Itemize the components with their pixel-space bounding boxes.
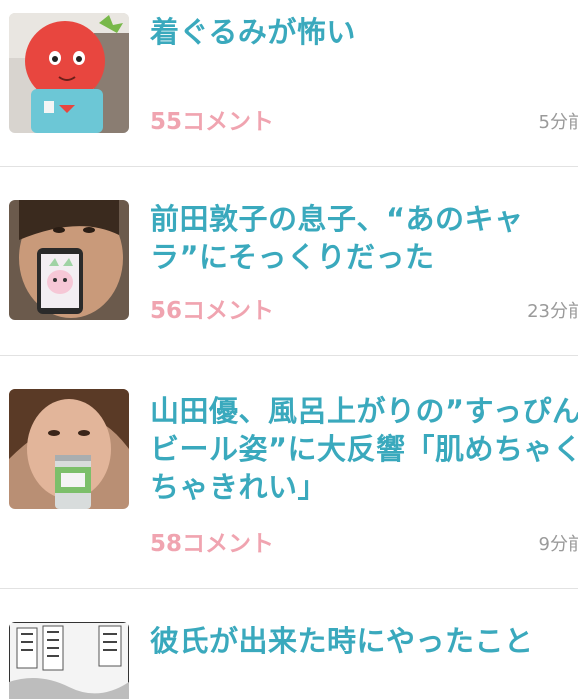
title-line: 山田優、風呂上がりの”すっぴん xyxy=(150,394,578,428)
article-thumbnail[interactable] xyxy=(9,200,129,320)
title-line: 彼氏が出来た時にやったこと xyxy=(150,624,534,658)
article-title[interactable]: 彼氏が出来た時にやったこと xyxy=(150,622,578,660)
manga-panel-image xyxy=(9,622,129,699)
mascot-costume-image xyxy=(9,13,129,133)
person-drinking-beer-image xyxy=(9,389,129,509)
list-item[interactable]: 山田優、風呂上がりの”すっぴん ビール姿”に大反響「肌めちゃく ちゃきれい」 5… xyxy=(0,356,578,588)
article-list: 着ぐるみが怖い 55コメント 5分前 前田敦子の息子、“あのキャ ラ”にそっくり… xyxy=(0,0,578,699)
article-thumbnail[interactable] xyxy=(9,13,129,133)
comment-count: 56コメント xyxy=(150,298,275,324)
title-line: ビール姿”に大反響「肌めちゃく xyxy=(150,432,578,466)
comment-count: 55コメント xyxy=(150,109,275,135)
title-line: ちゃきれい」 xyxy=(150,470,328,504)
timestamp: 23分前 xyxy=(527,301,578,322)
title-line: 着ぐるみが怖い xyxy=(150,15,356,49)
article-title[interactable]: 山田優、風呂上がりの”すっぴん ビール姿”に大反響「肌めちゃく ちゃきれい」 xyxy=(150,392,578,506)
list-item[interactable]: 彼氏が出来た時にやったこと xyxy=(0,589,578,699)
title-line: 前田敦子の息子、“あのキャ xyxy=(150,202,524,236)
list-item[interactable]: 着ぐるみが怖い 55コメント 5分前 xyxy=(0,0,578,166)
title-line: ラ”にそっくりだった xyxy=(150,240,435,274)
person-with-phone-image xyxy=(9,200,129,320)
timestamp: 9分前 xyxy=(538,534,578,555)
article-thumbnail[interactable] xyxy=(9,622,129,699)
article-title[interactable]: 前田敦子の息子、“あのキャ ラ”にそっくりだった xyxy=(150,200,578,276)
list-item[interactable]: 前田敦子の息子、“あのキャ ラ”にそっくりだった 56コメント 23分前 xyxy=(0,167,578,355)
article-title[interactable]: 着ぐるみが怖い xyxy=(150,13,578,51)
timestamp: 5分前 xyxy=(538,112,578,133)
comment-count: 58コメント xyxy=(150,531,275,557)
article-thumbnail[interactable] xyxy=(9,389,129,509)
